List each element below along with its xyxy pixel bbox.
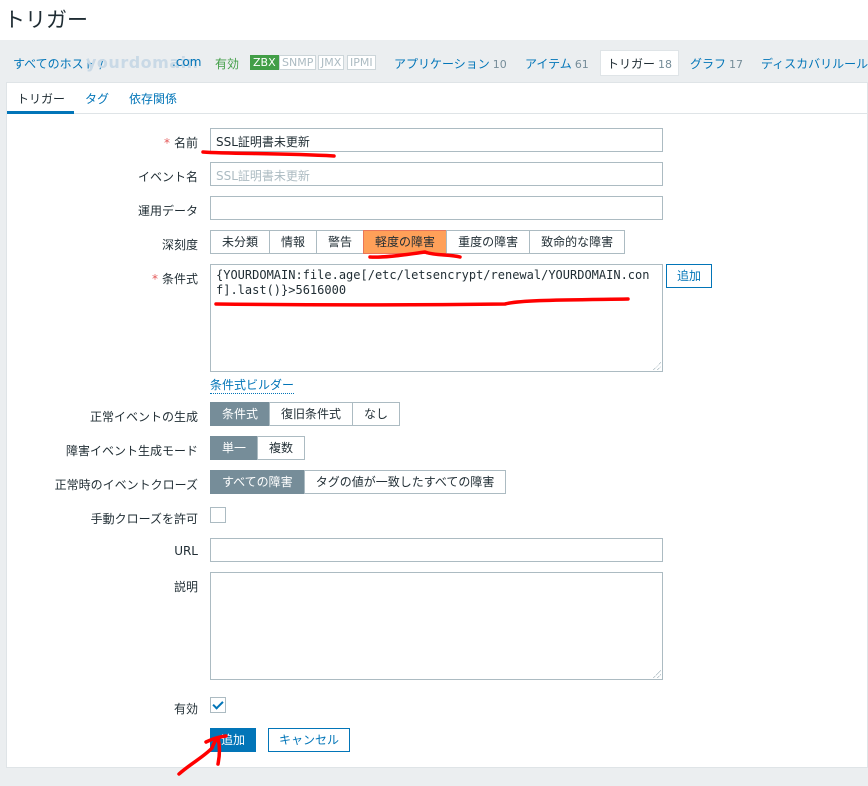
ok-close-tag-match[interactable]: タグの値が一致したすべての障害 <box>303 470 507 494</box>
form-tab-tags[interactable]: タグ <box>85 90 109 107</box>
host-navigation: すべてのホスト / yourdomain .com 有効 ZBX SNMP JM… <box>0 42 868 82</box>
tab-label: グラフ <box>690 57 727 71</box>
operational-data-label: 運用データ <box>137 204 198 218</box>
form-tab-trigger[interactable]: トリガー <box>7 83 75 114</box>
tab-count: 17 <box>729 58 744 71</box>
description-label: 説明 <box>173 580 198 594</box>
form-tabs: トリガー タグ 依存関係 <box>7 83 868 114</box>
severity-disaster[interactable]: 致命的な障害 <box>529 230 626 254</box>
zbx-availability-badge: ZBX <box>250 55 279 70</box>
severity-selector: 未分類 情報 警告 軽度の障害 重度の障害 致命的な障害 <box>210 230 626 254</box>
tab-count: 10 <box>492 58 507 71</box>
host-status-enabled[interactable]: 有効 <box>215 55 239 72</box>
expression-builder-link[interactable]: 条件式ビルダー <box>210 376 295 394</box>
page-header: トリガー <box>0 0 868 40</box>
snmp-availability-badge: SNMP <box>279 55 317 70</box>
checkmark-icon <box>212 698 224 710</box>
severity-label: 深刻度 <box>161 238 198 252</box>
url-input[interactable] <box>210 538 663 562</box>
name-label: * 名前 <box>164 134 198 151</box>
enabled-label: 有効 <box>173 702 198 716</box>
expression-textarea[interactable]: {YOURDOMAIN:file.age[/etc/letsencrypt/re… <box>210 264 663 372</box>
ok-event-recovery-expression[interactable]: 復旧条件式 <box>269 402 354 426</box>
tab-discovery-rules[interactable]: ディスカバリルール <box>761 55 868 72</box>
cancel-button[interactable]: キャンセル <box>268 728 351 752</box>
expression-text: {YOURDOMAIN:file.age[/etc/letsencrypt/re… <box>216 268 650 297</box>
tab-label: トリガー <box>607 57 656 71</box>
manual-close-label: 手動クローズを許可 <box>90 512 198 526</box>
tab-count: 18 <box>658 58 673 71</box>
description-textarea[interactable] <box>210 572 663 680</box>
page-title: トリガー <box>4 8 88 32</box>
resize-handle[interactable] <box>653 670 661 678</box>
host-link[interactable]: .com <box>172 55 201 69</box>
severity-high[interactable]: 重度の障害 <box>446 230 531 254</box>
expression-add-button[interactable]: 追加 <box>666 264 713 288</box>
name-input[interactable]: SSL証明書未更新 <box>210 128 663 152</box>
required-marker: * <box>163 136 170 150</box>
add-button[interactable]: 追加 <box>210 728 257 752</box>
tab-count: 61 <box>574 58 589 71</box>
tab-applications[interactable]: アプリケーション 10 <box>394 55 507 72</box>
name-label-text: 名前 <box>173 136 198 150</box>
resize-handle[interactable] <box>653 362 661 370</box>
operational-data-input[interactable] <box>210 196 663 220</box>
ok-event-closes-selector: すべての障害 タグの値が一致したすべての障害 <box>210 470 507 494</box>
expression-label-text: 条件式 <box>161 272 198 286</box>
url-label: URL <box>174 544 198 558</box>
tab-items[interactable]: アイテム 61 <box>525 55 589 72</box>
tab-triggers[interactable]: トリガー 18 <box>600 50 680 76</box>
trigger-form-panel: トリガー タグ 依存関係 * 名前 SSL証明書未更新 イベント名 SSL証明書未… <box>6 82 868 768</box>
problem-mode-single[interactable]: 単一 <box>210 436 259 460</box>
ok-event-generation-selector: 条件式 復旧条件式 なし <box>210 402 401 426</box>
tab-label: アプリケーション <box>394 57 490 71</box>
enabled-checkbox[interactable] <box>210 697 226 713</box>
ok-event-closes-label: 正常時のイベントクローズ <box>54 478 198 492</box>
tab-label: アイテム <box>525 57 572 71</box>
manual-close-checkbox[interactable] <box>210 507 226 523</box>
ok-event-none[interactable]: なし <box>352 402 401 426</box>
severity-average[interactable]: 軽度の障害 <box>363 230 448 254</box>
required-marker: * <box>151 272 158 286</box>
ok-event-generation-label: 正常イベントの生成 <box>89 410 198 424</box>
tab-graphs[interactable]: グラフ 17 <box>690 55 743 72</box>
tab-label: ディスカバリルール <box>761 57 868 71</box>
severity-not-classified[interactable]: 未分類 <box>210 230 271 254</box>
ok-event-expression[interactable]: 条件式 <box>210 402 271 426</box>
severity-warning[interactable]: 警告 <box>316 230 365 254</box>
event-name-label: イベント名 <box>137 170 198 184</box>
problem-event-mode-selector: 単一 複数 <box>210 436 306 460</box>
expression-label: * 条件式 <box>152 270 198 287</box>
problem-mode-multiple[interactable]: 複数 <box>257 436 306 460</box>
ok-close-all-problems[interactable]: すべての障害 <box>210 470 305 494</box>
ipmi-availability-badge: IPMI <box>347 55 376 70</box>
severity-information[interactable]: 情報 <box>269 230 318 254</box>
problem-event-mode-label: 障害イベント生成モード <box>65 444 198 458</box>
event-name-input[interactable]: SSL証明書未更新 <box>210 162 663 186</box>
form-tab-dependencies[interactable]: 依存関係 <box>129 90 177 107</box>
jmx-availability-badge: JMX <box>318 55 345 70</box>
